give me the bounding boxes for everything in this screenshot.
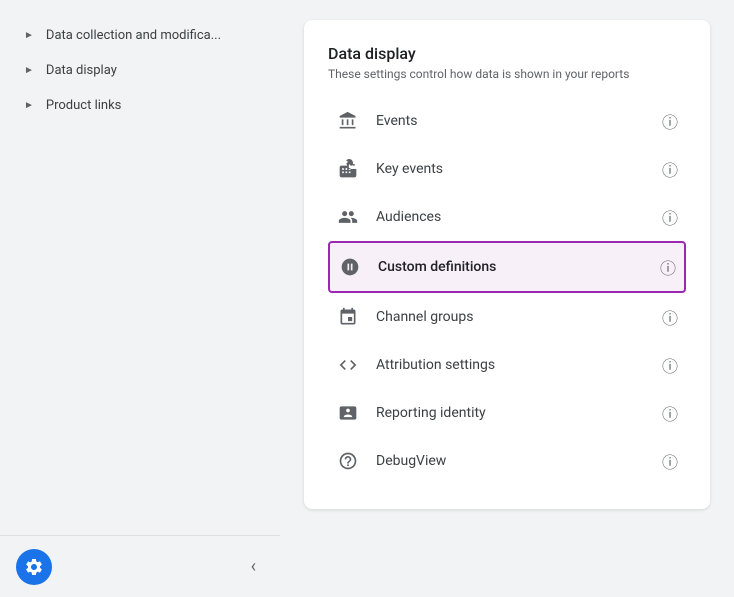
menu-item-attribution[interactable]: Attribution settings ⓘ [328, 341, 686, 389]
custom-definitions-icon [338, 255, 362, 279]
data-display-card: Data display These settings control how … [304, 20, 710, 509]
audiences-icon [336, 205, 360, 229]
menu-item-debugview[interactable]: DebugView ⓘ [328, 437, 686, 485]
sidebar: ► Data collection and modifica... ► Data… [0, 0, 280, 597]
attribution-help-icon[interactable]: ⓘ [662, 353, 678, 377]
audiences-help-icon[interactable]: ⓘ [662, 205, 678, 229]
debugview-label: DebugView [376, 453, 646, 469]
sidebar-item-product-links[interactable]: ► Product links [0, 88, 280, 123]
sidebar-nav: ► Data collection and modifica... ► Data… [0, 10, 280, 535]
sidebar-item-label: Data collection and modifica... [46, 28, 221, 43]
debugview-icon [336, 449, 360, 473]
menu-item-reporting-identity[interactable]: Reporting identity ⓘ [328, 389, 686, 437]
custom-definitions-help-icon[interactable]: ⓘ [660, 255, 676, 279]
menu-item-channel-groups[interactable]: Channel groups ⓘ [328, 293, 686, 341]
sidebar-footer: ‹ [0, 535, 280, 597]
custom-definitions-label: Custom definitions [378, 259, 644, 275]
chevron-icon: ► [24, 30, 34, 41]
chevron-icon: ► [24, 65, 34, 76]
channel-groups-icon [336, 305, 360, 329]
menu-item-custom-definitions[interactable]: Custom definitions ⓘ [328, 241, 686, 293]
key-events-icon [336, 157, 360, 181]
collapse-button[interactable]: ‹ [243, 548, 264, 585]
sidebar-item-data-display[interactable]: ► Data display [0, 53, 280, 88]
menu-item-events[interactable]: Events ⓘ [328, 97, 686, 145]
reporting-identity-label: Reporting identity [376, 405, 646, 421]
reporting-identity-help-icon[interactable]: ⓘ [662, 401, 678, 425]
events-help-icon[interactable]: ⓘ [662, 109, 678, 133]
chevron-icon: ► [24, 100, 34, 111]
key-events-help-icon[interactable]: ⓘ [662, 157, 678, 181]
gear-icon [24, 557, 44, 577]
debugview-help-icon[interactable]: ⓘ [662, 449, 678, 473]
menu-item-audiences[interactable]: Audiences ⓘ [328, 193, 686, 241]
settings-button[interactable] [16, 549, 52, 585]
attribution-label: Attribution settings [376, 357, 646, 373]
card-title: Data display [328, 44, 686, 63]
reporting-identity-icon [336, 401, 360, 425]
menu-item-key-events[interactable]: Key events ⓘ [328, 145, 686, 193]
events-icon [336, 109, 360, 133]
channel-groups-help-icon[interactable]: ⓘ [662, 305, 678, 329]
attribution-icon [336, 353, 360, 377]
channel-groups-label: Channel groups [376, 309, 646, 325]
sidebar-item-data-collection[interactable]: ► Data collection and modifica... [0, 18, 280, 53]
audiences-label: Audiences [376, 209, 646, 225]
events-label: Events [376, 113, 646, 129]
sidebar-item-label: Data display [46, 63, 117, 78]
menu-list: Events ⓘ Key events ⓘ [328, 97, 686, 485]
main-content: Data display These settings control how … [280, 0, 734, 597]
sidebar-item-label: Product links [46, 98, 121, 113]
key-events-label: Key events [376, 161, 646, 177]
card-subtitle: These settings control how data is shown… [328, 67, 686, 81]
